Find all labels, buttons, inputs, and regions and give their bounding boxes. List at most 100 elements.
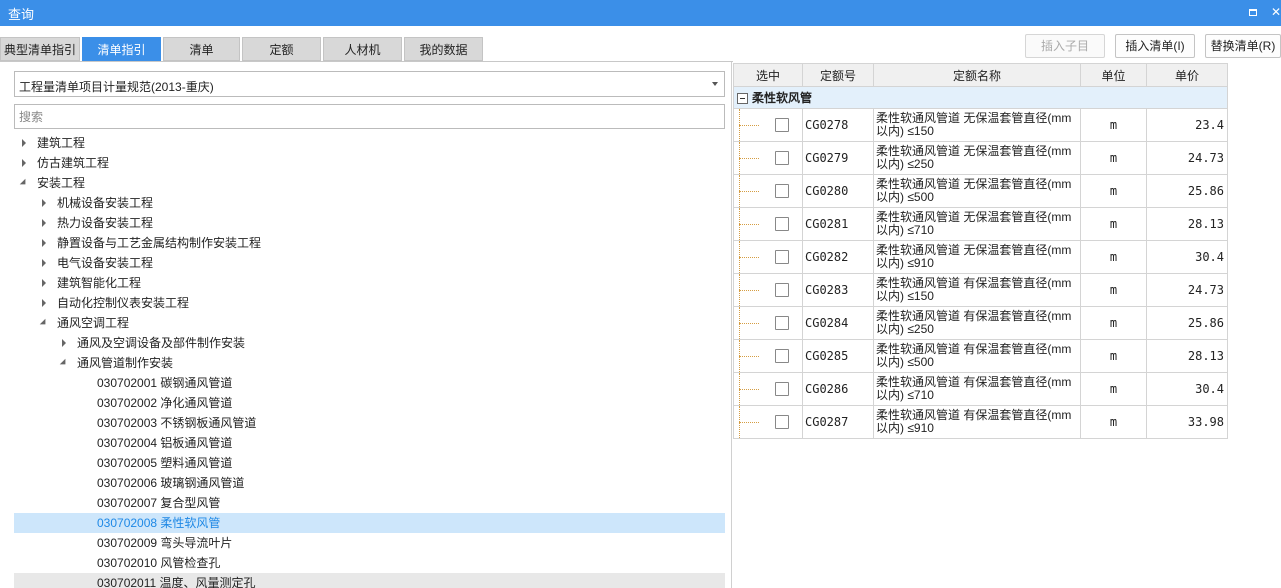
close-icon[interactable]: ✕ xyxy=(1268,3,1281,21)
table-row[interactable]: CG0281 柔性软通风管道 无保温套管直径(mm以内) ≤710 m 28.13 xyxy=(733,207,1228,241)
collapse-icon[interactable] xyxy=(737,93,748,104)
tree-leaf-item[interactable]: 030702009 弯头导流叶片 xyxy=(14,533,725,553)
expand-down-icon[interactable] xyxy=(19,173,29,193)
expand-down-icon[interactable] xyxy=(59,353,69,373)
row-checkbox[interactable] xyxy=(775,349,789,363)
select-cell xyxy=(733,372,803,406)
table-row[interactable]: CG0283 柔性软通风管道 有保温套管直径(mm以内) ≤150 m 24.73 xyxy=(733,273,1228,307)
tree-leaf-item[interactable]: 030702003 不锈钢板通风管道 xyxy=(14,413,725,433)
expand-right-icon[interactable] xyxy=(59,333,69,353)
tree-connector xyxy=(739,356,759,357)
tree-connector xyxy=(739,191,759,192)
quota-price: 30.4 xyxy=(1146,240,1228,274)
insert-child-button[interactable]: 插入子目 xyxy=(1025,34,1105,58)
pane-splitter[interactable] xyxy=(731,62,732,588)
tree-node[interactable]: 建筑智能化工程 xyxy=(14,273,725,293)
row-checkbox[interactable] xyxy=(775,316,789,330)
table-row[interactable]: CG0278 柔性软通风管道 无保温套管直径(mm以内) ≤150 m 23.4 xyxy=(733,108,1228,142)
select-cell xyxy=(733,141,803,175)
tree-leaf-item[interactable]: 030702002 净化通风管道 xyxy=(14,393,725,413)
expand-right-icon[interactable] xyxy=(39,253,49,273)
tree-item-label: 电气设备安装工程 xyxy=(57,256,154,270)
expand-right-icon[interactable] xyxy=(39,293,49,313)
tree-node[interactable]: 通风空调工程 xyxy=(14,313,725,333)
expand-right-icon[interactable] xyxy=(39,193,49,213)
tree-node[interactable]: 安装工程 xyxy=(14,173,725,193)
row-checkbox[interactable] xyxy=(775,151,789,165)
group-row[interactable]: 柔性软风管 xyxy=(733,86,1228,109)
maximize-icon[interactable] xyxy=(1245,3,1261,21)
tree-node[interactable]: 通风管道制作安装 xyxy=(14,353,725,373)
quota-name: 柔性软通风管道 有保温套管直径(mm以内) ≤500 xyxy=(873,339,1081,373)
table-row[interactable]: CG0279 柔性软通风管道 无保温套管直径(mm以内) ≤250 m 24.73 xyxy=(733,141,1228,175)
col-header-code[interactable]: 定额号 xyxy=(802,63,874,87)
table-row[interactable]: CG0286 柔性软通风管道 有保温套管直径(mm以内) ≤710 m 30.4 xyxy=(733,372,1228,406)
tree-node[interactable]: 自动化控制仪表安装工程 xyxy=(14,293,725,313)
expand-right-icon[interactable] xyxy=(39,233,49,253)
tree-leaf-item[interactable]: 030702007 复合型风管 xyxy=(14,493,725,513)
tree-item-label: 030702008 柔性软风管 xyxy=(97,516,221,530)
table-row[interactable]: CG0282 柔性软通风管道 无保温套管直径(mm以内) ≤910 m 30.4 xyxy=(733,240,1228,274)
tree-node[interactable]: 电气设备安装工程 xyxy=(14,253,725,273)
col-header-unit[interactable]: 单位 xyxy=(1080,63,1147,87)
tree-leaf-item[interactable]: 030702010 风管检查孔 xyxy=(14,553,725,573)
quota-unit: m xyxy=(1080,174,1147,208)
tree-item-label: 030702005 塑料通风管道 xyxy=(97,456,233,470)
tree-connector xyxy=(739,422,759,423)
row-checkbox[interactable] xyxy=(775,217,789,231)
tree-leaf-item[interactable]: 030702004 铝板通风管道 xyxy=(14,433,725,453)
tree-item-label: 自动化控制仪表安装工程 xyxy=(57,296,190,310)
table-row[interactable]: CG0285 柔性软通风管道 有保温套管直径(mm以内) ≤500 m 28.13 xyxy=(733,339,1228,373)
table-row[interactable]: CG0284 柔性软通风管道 有保温套管直径(mm以内) ≤250 m 25.86 xyxy=(733,306,1228,340)
tree-leaf-item[interactable]: 030702006 玻璃钢通风管道 xyxy=(14,473,725,493)
tab-typical-list-guide[interactable]: 典型清单指引 xyxy=(0,37,80,61)
quota-name: 柔性软通风管道 有保温套管直径(mm以内) ≤710 xyxy=(873,372,1081,406)
tab-my-data[interactable]: 我的数据 xyxy=(404,37,483,61)
table-row[interactable]: CG0280 柔性软通风管道 无保温套管直径(mm以内) ≤500 m 25.86 xyxy=(733,174,1228,208)
tree-item-label: 通风管道制作安装 xyxy=(77,356,174,370)
tree-node[interactable]: 通风及空调设备及部件制作安装 xyxy=(14,333,725,353)
replace-list-button[interactable]: 替换清单(R) xyxy=(1205,34,1281,58)
tree-node[interactable]: 热力设备安装工程 xyxy=(14,213,725,233)
tab-quota[interactable]: 定额 xyxy=(242,37,321,61)
expand-right-icon[interactable] xyxy=(39,273,49,293)
tree-node[interactable]: 静置设备与工艺金属结构制作安装工程 xyxy=(14,233,725,253)
tree-connector xyxy=(739,158,759,159)
insert-list-button[interactable]: 插入清单(I) xyxy=(1115,34,1195,58)
table-row[interactable]: CG0287 柔性软通风管道 有保温套管直径(mm以内) ≤910 m 33.98 xyxy=(733,405,1228,439)
col-header-name[interactable]: 定额名称 xyxy=(873,63,1081,87)
tree-node[interactable]: 建筑工程 xyxy=(14,133,725,153)
search-input[interactable] xyxy=(14,104,725,129)
expand-right-icon[interactable] xyxy=(19,153,29,173)
tree-node[interactable]: 仿古建筑工程 xyxy=(14,153,725,173)
tab-list-guide[interactable]: 清单指引 xyxy=(82,37,161,61)
tab-labor-material-machine[interactable]: 人材机 xyxy=(323,37,402,61)
tree-node[interactable]: 机械设备安装工程 xyxy=(14,193,725,213)
quota-unit: m xyxy=(1080,372,1147,406)
quota-price: 25.86 xyxy=(1146,306,1228,340)
tab-list[interactable]: 清单 xyxy=(163,37,240,61)
row-checkbox[interactable] xyxy=(775,415,789,429)
col-header-select[interactable]: 选中 xyxy=(733,63,803,87)
expand-right-icon[interactable] xyxy=(39,213,49,233)
tree-item-label: 静置设备与工艺金属结构制作安装工程 xyxy=(57,236,262,250)
quota-code: CG0279 xyxy=(802,141,874,175)
quota-unit: m xyxy=(1080,405,1147,439)
quota-unit: m xyxy=(1080,207,1147,241)
row-checkbox[interactable] xyxy=(775,382,789,396)
row-checkbox[interactable] xyxy=(775,283,789,297)
tree-leaf-item[interactable]: 030702001 碳钢通风管道 xyxy=(14,373,725,393)
spec-select[interactable]: 工程量清单项目计量规范(2013-重庆) xyxy=(14,71,725,97)
row-checkbox[interactable] xyxy=(775,184,789,198)
expand-down-icon[interactable] xyxy=(39,313,49,333)
row-checkbox[interactable] xyxy=(775,118,789,132)
expand-right-icon[interactable] xyxy=(19,133,29,153)
row-checkbox[interactable] xyxy=(775,250,789,264)
quota-unit: m xyxy=(1080,141,1147,175)
col-header-price[interactable]: 单价 xyxy=(1146,63,1228,87)
tree-leaf-item[interactable]: 030702008 柔性软风管 xyxy=(14,513,725,533)
tree-leaf-item[interactable]: 030702005 塑料通风管道 xyxy=(14,453,725,473)
quota-unit: m xyxy=(1080,240,1147,274)
grid-header-row: 选中 定额号 定额名称 单位 单价 xyxy=(733,63,1228,87)
tree-leaf-item[interactable]: 030702011 温度、风量测定孔 xyxy=(14,573,725,588)
